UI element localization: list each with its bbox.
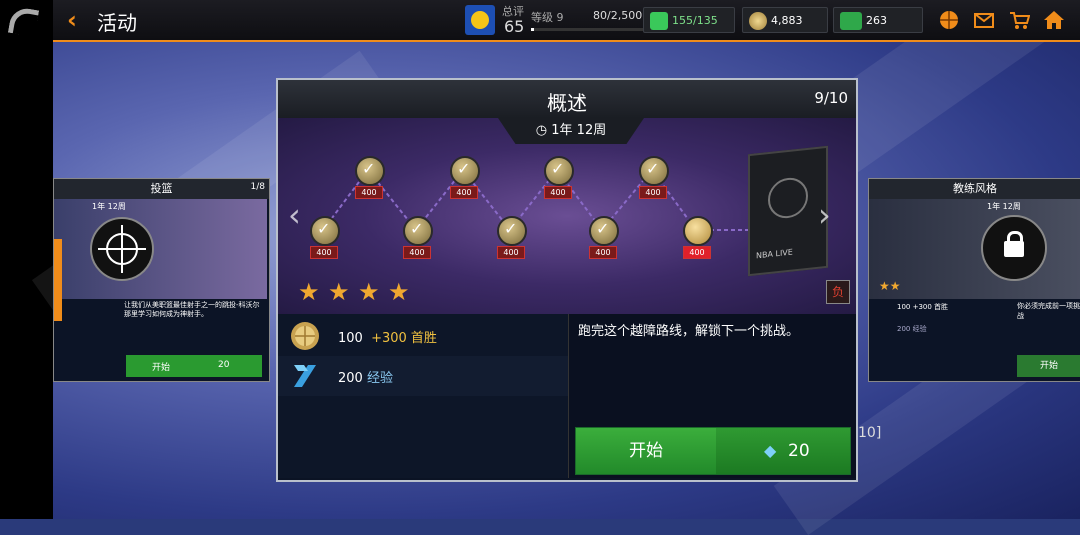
left-card-page: 1/8 xyxy=(250,182,265,192)
right-card-start-button[interactable]: 开始 xyxy=(1017,355,1080,377)
lock-icon xyxy=(981,215,1047,281)
page-title: 活动 xyxy=(97,11,137,35)
overall-value: 65 xyxy=(504,17,525,36)
node-cost: 400 xyxy=(639,186,667,199)
home-icon[interactable] xyxy=(1043,9,1065,31)
basketball-icon[interactable] xyxy=(938,9,960,31)
completed-node-icon[interactable]: ✓ xyxy=(497,216,527,246)
left-card-desc: 让我们从美职篮最佳射手之一的跳投-科沃尔那里学习如何成为神射手。 xyxy=(124,301,260,318)
rewards-panel: 100 +300 首胜 200 经验 xyxy=(278,314,568,478)
team-logo[interactable] xyxy=(465,5,495,35)
left-card-start-button[interactable]: 开始 20 xyxy=(126,355,262,377)
star-icon: ★ xyxy=(298,278,320,306)
reward-row: 200 经验 xyxy=(278,356,568,396)
top-bar: ‹ 活动 总评 65 等级 9 80/2,500 155/135 4,883 2… xyxy=(53,0,1080,42)
right-card-title: 教练风格 xyxy=(869,179,1080,199)
edge-curve-icon xyxy=(7,5,40,38)
right-card-desc: 你必须完成前一项挑战 xyxy=(1017,302,1080,320)
star-icon: ★ xyxy=(388,278,410,306)
right-card-xp: 200 经验 xyxy=(897,325,927,333)
node-cost: 400 xyxy=(355,186,383,199)
coins-chip[interactable]: 4,883 xyxy=(742,7,828,33)
completed-node-icon[interactable]: ✓ xyxy=(544,156,574,186)
bg-text-fragment: 10] xyxy=(858,425,882,441)
prev-arrow-icon[interactable]: ‹ xyxy=(288,196,301,234)
crosshair-icon xyxy=(90,217,154,281)
left-event-card[interactable]: 投篮 1/8 1年 12周 让我们从美职篮最佳射手之一的跳投-科沃尔那里学习如何… xyxy=(53,178,270,382)
current-node-basketball-icon[interactable] xyxy=(683,216,713,246)
completed-node-icon[interactable]: ✓ xyxy=(450,156,480,186)
coin-icon xyxy=(749,12,767,30)
left-card-timer: 1年 12周 xyxy=(92,202,126,211)
right-card-stars: ★★ xyxy=(879,279,901,293)
right-card-timer: 1年 12周 xyxy=(987,202,1021,211)
cart-icon[interactable] xyxy=(1008,9,1030,31)
challenge-track: ◷ 1年 12周 ✓ 400 ✓ 400 ✓ 400 ✓ 400 ✓ 400 ✓… xyxy=(278,118,856,314)
overview-modal: 概述 9/10 ◷ 1年 12周 ✓ 400 ✓ 400 ✓ 400 ✓ 400… xyxy=(276,78,858,482)
start-button[interactable]: 开始 ◆ 20 xyxy=(575,427,851,475)
node-cost: 400 xyxy=(450,186,478,199)
first-win-bonus: +300 首胜 xyxy=(371,331,437,346)
left-card-title: 投篮 xyxy=(54,179,269,199)
energy-icon xyxy=(650,12,668,30)
completed-node-icon[interactable]: ✓ xyxy=(355,156,385,186)
xp-readout: 80/2,500 xyxy=(593,9,643,22)
left-card-cost: 20 xyxy=(218,360,230,370)
right-event-card[interactable]: 教练风格 1年 12周 ★★ 100 +300 首胜 200 经验 你必须完成前… xyxy=(868,178,1080,382)
brand-logo: NBA LIVE xyxy=(756,247,793,261)
completed-node-icon[interactable]: ✓ xyxy=(589,216,619,246)
node-cost: 400 xyxy=(497,246,525,259)
node-cost: 400 xyxy=(544,186,572,199)
start-cost: 20 xyxy=(788,441,810,461)
energy-chip[interactable]: 155/135 xyxy=(643,7,735,33)
basketball-coin-icon xyxy=(291,322,319,350)
star-icon: ★ xyxy=(358,278,380,306)
expand-arrows-icon xyxy=(768,175,808,221)
reward-row: 100 +300 首胜 xyxy=(278,316,568,356)
back-chevron-icon[interactable]: ‹ xyxy=(67,6,77,34)
xp-chevron-icon xyxy=(294,365,316,387)
completed-node-icon[interactable]: ✓ xyxy=(639,156,669,186)
mail-icon[interactable] xyxy=(973,9,995,31)
node-cost: 400 xyxy=(403,246,431,259)
node-cost: 400 xyxy=(683,246,711,259)
next-arrow-icon[interactable]: › xyxy=(818,196,831,234)
node-cost: 400 xyxy=(310,246,338,259)
right-card-reward: 100 +300 首胜 xyxy=(897,303,949,311)
level-label: 等级 9 xyxy=(531,11,564,24)
energy-gem-icon: ◆ xyxy=(764,441,777,460)
flag-badge: 负 xyxy=(826,280,850,304)
cash-icon xyxy=(840,12,862,30)
modal-page-indicator: 9/10 xyxy=(814,89,848,107)
node-cost: 400 xyxy=(589,246,617,259)
star-icon: ★ xyxy=(328,278,350,306)
modal-header: 概述 9/10 xyxy=(278,80,856,119)
completed-node-icon[interactable]: ✓ xyxy=(403,216,433,246)
challenge-description: 跑完这个越障路线，解锁下一个挑战。 xyxy=(578,324,800,339)
cash-chip[interactable]: 263 xyxy=(833,7,923,33)
locked-reward-card[interactable]: NBA LIVE xyxy=(748,145,828,277)
modal-title: 概述 xyxy=(547,91,587,115)
system-edge-bar xyxy=(0,0,53,519)
completed-node-icon[interactable]: ✓ xyxy=(310,216,340,246)
